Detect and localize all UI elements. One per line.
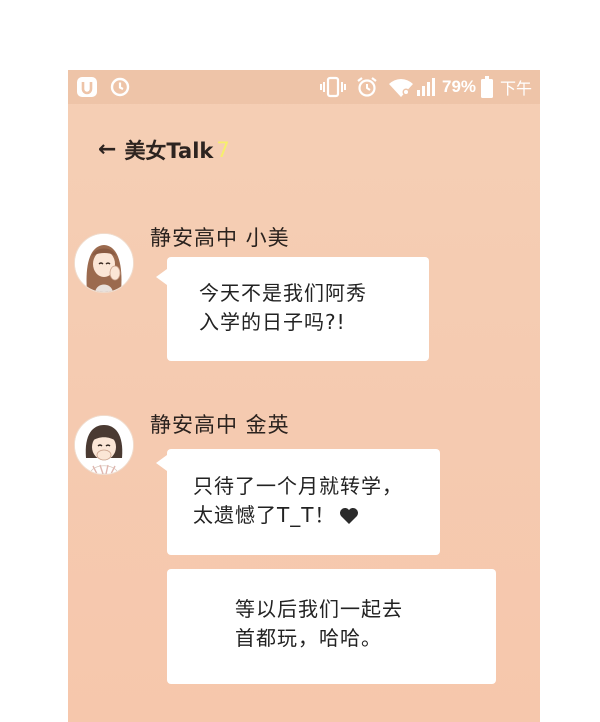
bubble-tail <box>156 269 167 285</box>
message-line: 首都玩，哈哈。 <box>235 626 382 650</box>
message-line: 只待了一个月就转学， <box>193 474 403 498</box>
message-bubble: 今天不是我们阿秀 入学的日子吗?! <box>167 257 429 361</box>
status-bar: 79% 下午 <box>68 70 540 104</box>
u-badge-icon <box>76 76 98 98</box>
sender-name: 静安高中 小美 <box>150 226 290 250</box>
chat-header: ← 美女Talk 7 <box>98 132 230 168</box>
long-hair-girl-avatar[interactable] <box>74 233 134 293</box>
chat-screen: 79% 下午 ← 美女Talk 7 静安高中 小美 今天不是我们阿秀 入学的日子… <box>68 70 540 722</box>
message-line: 入学的日子吗?! <box>199 310 346 334</box>
sender-name: 静安高中 金英 <box>150 413 290 437</box>
bubble-tail <box>156 455 167 471</box>
message-line: 等以后我们一起去 <box>235 597 403 621</box>
member-count: 7 <box>216 138 230 162</box>
status-time: 下午 <box>500 81 533 98</box>
alarm-icon <box>356 76 378 98</box>
short-hair-girl-avatar[interactable] <box>74 415 134 475</box>
message-line: 太遗憾了T_T！ <box>193 503 336 527</box>
signal-icon <box>416 77 436 97</box>
message-bubble: 只待了一个月就转学， 太遗憾了T_T！ <box>167 449 440 555</box>
chat-title: 美女Talk <box>124 139 214 163</box>
heart-icon <box>339 504 359 533</box>
clock-icon <box>110 77 130 97</box>
battery-percent: 79% <box>442 77 477 96</box>
message-bubble: 等以后我们一起去 首都玩，哈哈。 <box>167 569 496 684</box>
message-line: 今天不是我们阿秀 <box>199 281 367 305</box>
vibrate-icon <box>320 76 346 98</box>
wifi-icon <box>388 76 414 98</box>
back-arrow-icon[interactable]: ← <box>98 139 116 161</box>
battery-icon <box>481 76 494 98</box>
